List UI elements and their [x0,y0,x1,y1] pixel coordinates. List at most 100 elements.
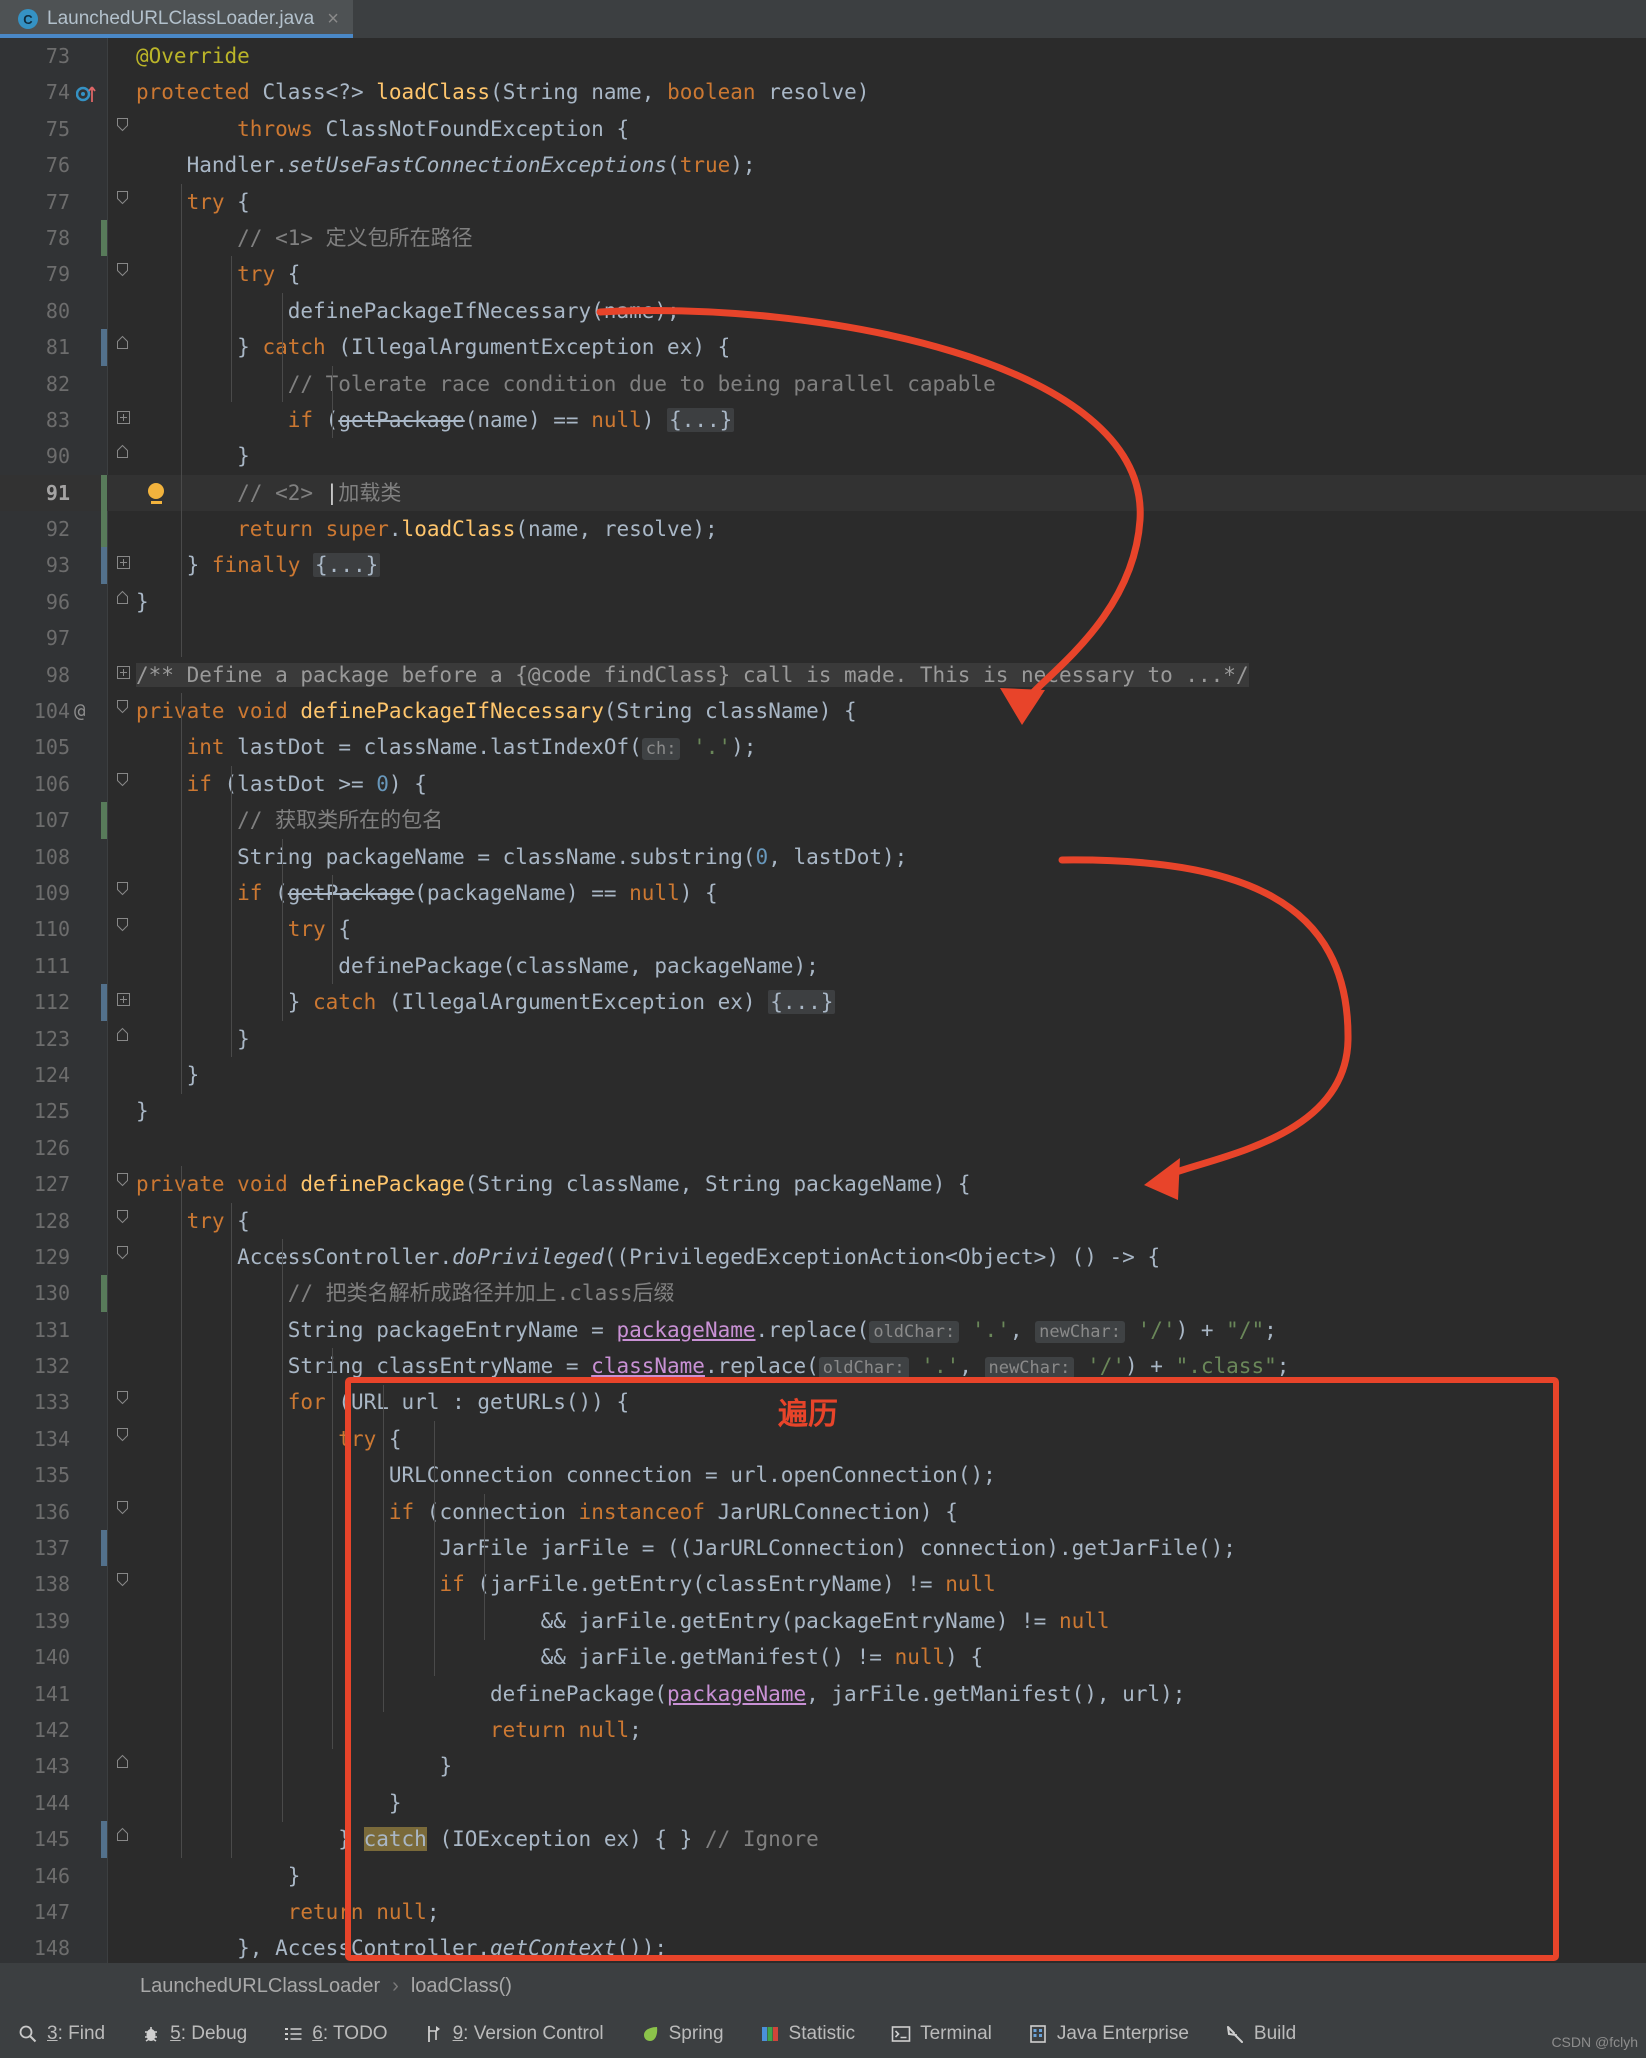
code-line[interactable]: 143 } [0,1748,1646,1784]
fold-marker-icon[interactable] [116,1566,129,1602]
fold-marker-icon[interactable] [116,111,129,147]
tab-launchedurlclassloader[interactable]: C LaunchedURLClassLoader.java × [0,0,353,38]
code-line[interactable]: 142 return null; [0,1712,1646,1748]
code-line[interactable]: 96} [0,584,1646,620]
code-line[interactable]: 81 } catch (IllegalArgumentException ex)… [0,329,1646,366]
fold-marker-icon[interactable] [116,584,129,620]
code-line[interactable]: 107 // 获取类所在的包名 [0,802,1646,839]
breadcrumb-class[interactable]: LaunchedURLClassLoader [140,1975,380,1998]
line-number: 133 [33,1390,70,1415]
code-line[interactable]: 91 // <2> |加载类 [0,474,1646,512]
code-line[interactable]: 144 } [0,1785,1646,1821]
code-line[interactable]: 79 try { [0,256,1646,292]
code-line[interactable]: 130 // 把类名解析成路径并加上.class后缀 [0,1275,1646,1312]
code-line[interactable]: 148 }, AccessController.getContext()); [0,1930,1646,1963]
code-line[interactable]: 97 [0,620,1646,656]
code-line[interactable]: 73 @Override [0,38,1646,74]
code-line[interactable]: 80 definePackageIfNecessary(name); [0,293,1646,329]
code-line[interactable]: 141 definePackage(packageName, jarFile.g… [0,1676,1646,1712]
code-line[interactable]: 111 definePackage(className, packageName… [0,948,1646,984]
statusbar-item-statistic[interactable]: Statistic [742,2009,874,2058]
code-line[interactable]: 147 return null; [0,1894,1646,1930]
line-number: 148 [33,1936,70,1961]
fold-marker-icon[interactable] [116,984,131,1020]
statusbar-item-spring[interactable]: Spring [622,2009,742,2058]
code-line[interactable]: 108 String packageName = className.subst… [0,839,1646,875]
code-line[interactable]: 92 return super.loadClass(name, resolve)… [0,511,1646,548]
code-line[interactable]: 145 } catch (IOException ex) { } // Igno… [0,1821,1646,1858]
fold-marker-icon[interactable] [116,402,131,438]
code-line[interactable]: 110 try { [0,911,1646,947]
fold-marker-icon[interactable] [116,1748,129,1784]
code-line[interactable]: 123 } [0,1021,1646,1057]
code-line[interactable]: 124 } [0,1057,1646,1093]
statusbar-item-build[interactable]: Build [1207,2009,1314,2058]
code-line[interactable]: 128 try { [0,1203,1646,1239]
fold-marker-icon[interactable] [116,438,129,474]
code-line[interactable]: 129 AccessController.doPrivileged((Privi… [0,1239,1646,1275]
code-line[interactable]: 82 // Tolerate race condition due to bei… [0,366,1646,402]
code-line[interactable]: 146 } [0,1858,1646,1894]
annotation-gutter-marker[interactable]: @ [74,693,85,729]
fold-marker-icon[interactable] [116,547,131,583]
fold-marker-icon[interactable] [116,693,129,729]
code-line[interactable]: 109 if (getPackage(packageName) == null)… [0,875,1646,911]
code-line[interactable]: 104 @ private void definePackageIfNecessar… [0,693,1646,729]
line-code: String packageName = className.substring… [237,844,908,869]
code-line[interactable]: 131 String packageEntryName = packageNam… [0,1312,1646,1348]
statusbar-item-terminal[interactable]: Terminal [873,2009,1010,2058]
code-line[interactable]: 98 /** Define a package before a {@code f… [0,657,1646,693]
statusbar-item-find[interactable]: 3: Find [0,2009,123,2058]
code-line[interactable]: 134 try { [0,1421,1646,1457]
code-line[interactable]: 136 if (connection instanceof JarURLConn… [0,1494,1646,1530]
code-line[interactable]: 140 && jarFile.getManifest() != null) { [0,1639,1646,1675]
fold-marker-icon[interactable] [116,256,129,292]
breadcrumb-method[interactable]: loadClass() [411,1975,512,1998]
code-line[interactable]: 132 String classEntryName = className.re… [0,1348,1646,1384]
fold-marker-icon[interactable] [116,1166,129,1202]
code-line[interactable]: 77 try { [0,184,1646,220]
code-line[interactable]: 127 private void definePackage(String cla… [0,1166,1646,1202]
code-line[interactable]: 125} [0,1093,1646,1129]
line-code: } catch (IOException ex) { } // Ignore [338,1827,819,1852]
code-line[interactable]: 90 } [0,438,1646,474]
close-icon[interactable]: × [323,9,339,29]
statistic-icon [760,2024,780,2044]
code-line[interactable]: 133 for (URL url : getURLs()) { [0,1384,1646,1420]
fold-marker-icon[interactable] [116,875,129,911]
code-line[interactable]: 139 && jarFile.getEntry(packageEntryName… [0,1603,1646,1639]
fold-marker-icon[interactable] [116,1821,129,1857]
fold-marker-icon[interactable] [116,657,131,693]
fold-marker-icon[interactable] [116,184,129,220]
code-line[interactable]: 78 // <1> 定义包所在路径 [0,219,1646,257]
editor-tab-bar: C LaunchedURLClassLoader.java × [0,0,1646,38]
code-line[interactable]: 138 if (jarFile.getEntry(classEntryName)… [0,1566,1646,1602]
fold-marker-icon[interactable] [116,911,129,947]
fold-marker-icon[interactable] [116,1203,129,1239]
fold-marker-icon[interactable] [116,329,129,365]
code-line[interactable]: 76 Handler.setUseFastConnectionException… [0,147,1646,183]
fold-marker-icon[interactable] [116,1421,129,1457]
fold-marker-icon[interactable] [116,1494,129,1530]
code-line[interactable]: 75 throws ClassNotFoundException { [0,111,1646,147]
statusbar-item-java-enterprise[interactable]: Java Enterprise [1010,2009,1207,2058]
vcs-change-stripe [101,1275,107,1312]
code-line[interactable]: 112 } catch (IllegalArgumentException ex… [0,984,1646,1021]
fold-marker-icon[interactable] [116,1384,129,1420]
code-line[interactable]: 135 URLConnection connection = url.openC… [0,1457,1646,1493]
statusbar-item-todo[interactable]: 6: TODO [265,2009,405,2058]
fold-marker-icon[interactable] [116,1239,129,1275]
code-line[interactable]: 93 } finally {...} [0,547,1646,584]
code-line[interactable]: 137 JarFile jarFile = ((JarURLConnection… [0,1530,1646,1567]
code-line[interactable]: 106 if (lastDot >= 0) { [0,766,1646,802]
breadcrumb[interactable]: LaunchedURLClassLoader › loadClass() [0,1963,1646,2009]
code-line[interactable]: 74 protected Class<?> loadClass(String na… [0,74,1646,110]
statusbar-item-debug[interactable]: 5: Debug [123,2009,265,2058]
fold-marker-icon[interactable] [116,766,129,802]
code-line[interactable]: 83 if (getPackage(name) == null) {...} [0,402,1646,438]
code-editor[interactable]: 73 @Override 74 protected Class<?> loadClas… [0,38,1646,1963]
code-line[interactable]: 126 [0,1130,1646,1166]
code-line[interactable]: 105 int lastDot = className.lastIndexOf(… [0,729,1646,765]
fold-marker-icon[interactable] [116,1021,129,1057]
statusbar-item-version-control[interactable]: 9: Version Control [406,2009,622,2058]
